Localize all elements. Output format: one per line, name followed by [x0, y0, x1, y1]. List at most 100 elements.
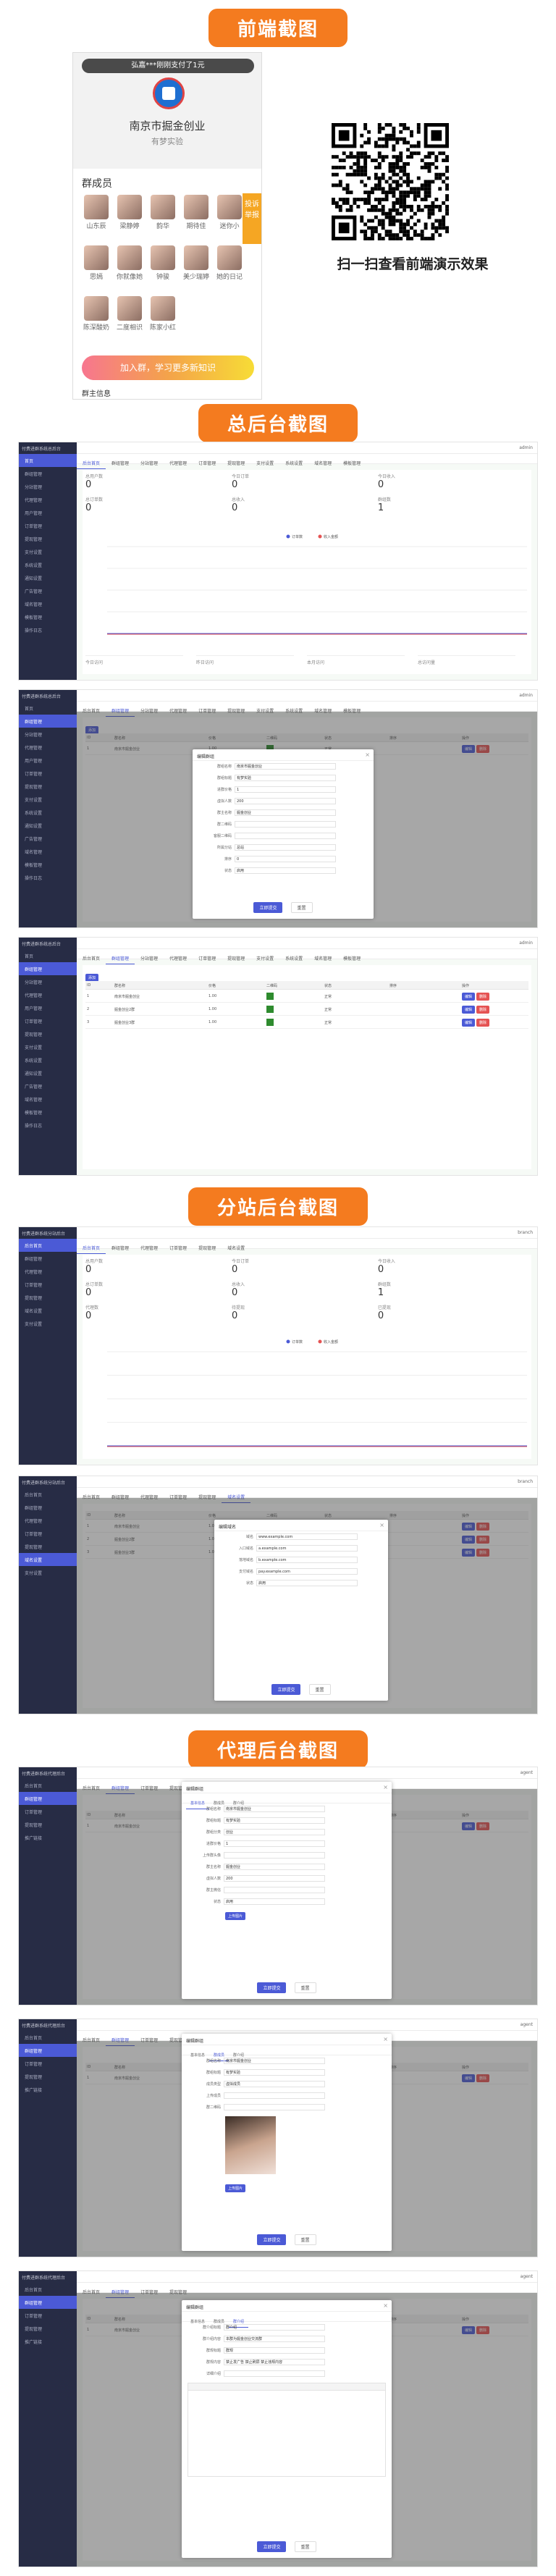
reset-button[interactable]: 重置 [294, 2234, 316, 2245]
sidebar-item[interactable]: 广告管理 [19, 832, 77, 845]
form-input[interactable]: 本群为掘金创业交流群 [224, 2336, 325, 2342]
sidebar-item[interactable]: 后台首页 [19, 2283, 77, 2296]
submit-button[interactable]: 立即提交 [253, 902, 283, 913]
form-input[interactable]: 南京市掘金创业 [235, 763, 336, 770]
sidebar-item[interactable]: 支付设置 [19, 1566, 77, 1579]
submit-button[interactable]: 立即提交 [257, 1982, 287, 1993]
sidebar-item[interactable]: 支付设置 [19, 1317, 77, 1330]
form-input[interactable]: 总站 [235, 844, 336, 851]
tab[interactable]: 后台首页 [77, 1242, 106, 1254]
sidebar-item[interactable]: 群组管理 [19, 1252, 77, 1265]
submit-button[interactable]: 立即提交 [271, 1684, 301, 1695]
close-icon[interactable]: × [383, 2302, 388, 2309]
tab[interactable]: 支付设置 [250, 953, 279, 964]
tab[interactable]: 支付设置 [250, 458, 279, 468]
user-name[interactable]: agent [521, 1770, 533, 1775]
tab[interactable]: 域名管理 [308, 953, 337, 964]
sidebar-item[interactable]: 用户管理 [19, 754, 77, 767]
form-input[interactable]: 掘金创业 [235, 809, 336, 816]
tab[interactable]: 提现管理 [222, 953, 250, 964]
form-input[interactable]: 虚拟成员 [224, 2081, 325, 2087]
sidebar-item[interactable]: 后台首页 [19, 1779, 77, 1792]
form-input[interactable] [235, 821, 336, 828]
form-input[interactable]: 群规 [224, 2347, 325, 2354]
tab[interactable]: 模板管理 [337, 953, 366, 964]
sidebar-item[interactable]: 订单管理 [19, 1014, 77, 1027]
sidebar-item[interactable]: 系统设置 [19, 558, 77, 571]
form-input[interactable]: 200 [224, 1875, 325, 1882]
sidebar-item[interactable]: 代理管理 [19, 1265, 77, 1278]
form-input[interactable]: 0 [235, 856, 336, 862]
form-input[interactable]: 有梦实验 [224, 1817, 325, 1824]
tab[interactable]: 群组管理 [106, 953, 135, 964]
sidebar-item[interactable]: 群组管理 [19, 962, 77, 975]
sidebar-item[interactable]: 通知设置 [19, 819, 77, 832]
form-input[interactable] [224, 1852, 325, 1859]
sidebar-item[interactable]: 后台首页 [19, 2031, 77, 2044]
join-group-button[interactable]: 加入群，学习更多新知识 [82, 355, 254, 380]
reset-button[interactable]: 重置 [290, 902, 313, 913]
form-input[interactable]: 掘金创业 [224, 1864, 325, 1870]
close-icon[interactable]: × [383, 2036, 388, 2042]
tab[interactable]: 群组管理 [106, 458, 135, 468]
tab[interactable]: 订单管理 [193, 953, 222, 964]
sidebar-item[interactable]: 首页 [19, 702, 77, 715]
form-input[interactable]: 启用 [256, 1580, 358, 1586]
sidebar-item[interactable]: 订单管理 [19, 1527, 77, 1540]
tab[interactable]: 代理管理 [164, 458, 193, 468]
sidebar-item[interactable]: 订单管理 [19, 2309, 77, 2322]
reset-button[interactable]: 重置 [294, 2541, 316, 2552]
sidebar-item[interactable]: 提现管理 [19, 1540, 77, 1553]
sidebar-item[interactable]: 支付设置 [19, 793, 77, 806]
sidebar-item[interactable]: 首页 [19, 949, 77, 962]
submit-button[interactable]: 立即提交 [257, 2541, 287, 2552]
form-input[interactable]: 启用 [224, 1898, 325, 1905]
sidebar-item[interactable]: 推广链接 [19, 2083, 77, 2096]
sidebar-item[interactable]: 通知设置 [19, 571, 77, 584]
sidebar-item[interactable]: 订单管理 [19, 1278, 77, 1291]
sidebar-item[interactable]: 代理管理 [19, 493, 77, 506]
sidebar-item[interactable]: 提现管理 [19, 532, 77, 545]
form-input[interactable]: a.example.com [256, 1545, 358, 1552]
form-input[interactable]: 1 [235, 786, 336, 793]
form-input[interactable] [224, 2370, 325, 2377]
form-input[interactable]: 禁止发广告 禁止刷屏 禁止违规内容 [224, 2359, 325, 2365]
edit-button[interactable]: 编辑 [462, 1019, 476, 1027]
form-input[interactable] [224, 1887, 325, 1893]
form-input[interactable]: pay.example.com [256, 1568, 358, 1575]
sidebar-item[interactable]: 订单管理 [19, 1805, 77, 1818]
form-input[interactable]: 200 [235, 798, 336, 804]
form-input[interactable] [224, 2104, 325, 2110]
tab[interactable]: 域名管理 [308, 458, 337, 468]
sidebar-item[interactable]: 分站管理 [19, 480, 77, 493]
sidebar-item[interactable]: 推广链接 [19, 2335, 77, 2348]
tab[interactable]: 域名设置 [222, 1242, 250, 1253]
sidebar-item[interactable]: 支付设置 [19, 545, 77, 558]
close-icon[interactable]: × [383, 1784, 388, 1790]
form-input[interactable] [235, 833, 336, 839]
form-input[interactable]: www.example.com [256, 1533, 358, 1540]
sidebar-item[interactable]: 群组管理 [19, 2296, 77, 2309]
tab[interactable]: 分站管理 [135, 953, 164, 964]
tab[interactable]: 系统设置 [279, 458, 308, 468]
user-name[interactable]: admin [519, 693, 533, 698]
sidebar-item[interactable]: 订单管理 [19, 767, 77, 780]
form-input[interactable]: 创业 [224, 1829, 325, 1835]
sidebar-item[interactable]: 系统设置 [19, 1053, 77, 1066]
sidebar-item[interactable]: 群组管理 [19, 1501, 77, 1514]
tab[interactable]: 提现管理 [193, 1242, 222, 1253]
submit-button[interactable]: 立即提交 [257, 2234, 287, 2245]
close-icon[interactable]: × [379, 1522, 384, 1528]
close-icon[interactable]: × [365, 752, 370, 758]
user-name[interactable]: agent [521, 2274, 533, 2279]
sidebar-item[interactable]: 系统设置 [19, 806, 77, 819]
sidebar-item[interactable]: 域名管理 [19, 845, 77, 858]
sidebar-item[interactable]: 分站管理 [19, 975, 77, 988]
sidebar-item[interactable]: 代理管理 [19, 1514, 77, 1527]
sidebar-item[interactable]: 操作日志 [19, 623, 77, 636]
sidebar-item[interactable]: 广告管理 [19, 1079, 77, 1093]
upload-button[interactable]: 上传图片 [225, 2184, 246, 2192]
form-input[interactable]: 南京市掘金创业 [224, 2058, 325, 2064]
form-input[interactable]: 有梦实验 [235, 775, 336, 781]
sidebar-item[interactable]: 模板管理 [19, 858, 77, 871]
